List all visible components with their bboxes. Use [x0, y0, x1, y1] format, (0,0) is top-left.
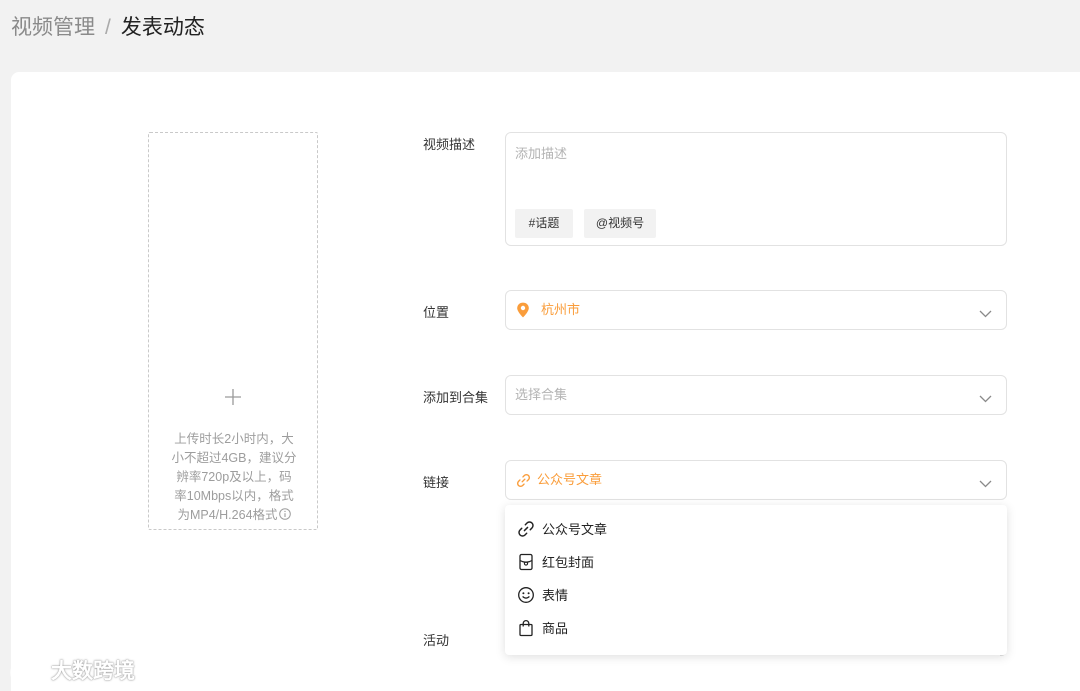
upload-tip: 上传时长2小时内，大 小不超过4GB，建议分 辨率720p及以上，码 率10Mb…	[169, 430, 299, 526]
breadcrumb: 视频管理 / 发表动态	[11, 13, 205, 43]
breadcrumb-parent-link[interactable]: 视频管理	[11, 16, 95, 39]
watermark-text: 大数跨境	[51, 660, 135, 683]
chevron-down-icon	[979, 390, 992, 408]
dropdown-option-red-packet-cover[interactable]: 红包封面	[505, 546, 1007, 579]
collection-label: 添加到合集	[423, 390, 489, 405]
breadcrumb-separator: /	[105, 16, 111, 39]
info-icon[interactable]	[278, 507, 291, 526]
location-select[interactable]: 杭州市	[505, 290, 1007, 330]
upload-tip-line: 小不超过4GB，建议分	[171, 451, 297, 465]
upload-tip-line: 率10Mbps以内，格式	[174, 489, 294, 503]
upload-tip-line: 上传时长2小时内，大	[174, 432, 294, 446]
chevron-down-icon	[979, 475, 992, 493]
red-packet-cover-icon	[517, 553, 535, 571]
dropdown-option-article[interactable]: 公众号文章	[505, 513, 1007, 546]
mention-account-button[interactable]: @视频号	[584, 209, 656, 238]
dropdown-option-product[interactable]: 商品	[505, 612, 1007, 645]
dropdown-option-label: 公众号文章	[542, 522, 608, 537]
description-label: 视频描述	[423, 137, 476, 152]
link-type-dropdown: 公众号文章 红包封面 表情 商品	[505, 505, 1007, 655]
upload-tip-line: 为MP4/H.264格式	[177, 508, 278, 522]
link-select[interactable]: 公众号文章	[505, 460, 1007, 500]
video-upload-area[interactable]: 上传时长2小时内，大 小不超过4GB，建议分 辨率720p及以上，码 率10Mb…	[148, 132, 318, 530]
link-label: 链接	[423, 475, 450, 490]
location-label: 位置	[423, 305, 450, 320]
collection-placeholder: 选择合集	[515, 387, 568, 402]
dropdown-option-label: 商品	[542, 621, 569, 636]
watermark-logo-icon	[10, 658, 47, 680]
activity-label: 活动	[423, 633, 450, 648]
location-pin-icon	[516, 302, 530, 323]
collection-select[interactable]: 选择合集	[505, 375, 1007, 415]
link-value: 公众号文章	[537, 472, 603, 487]
link-icon	[517, 520, 535, 538]
watermark: 大数跨境	[9, 655, 135, 685]
plus-icon	[149, 388, 317, 411]
chevron-down-icon	[979, 305, 992, 323]
description-placeholder: 添加描述	[515, 146, 568, 161]
topic-tag-button[interactable]: #话题	[515, 209, 573, 238]
smiley-icon	[517, 586, 535, 604]
dropdown-option-label: 表情	[542, 588, 569, 603]
page-title: 发表动态	[120, 16, 205, 39]
link-icon	[516, 473, 531, 493]
dropdown-option-sticker[interactable]: 表情	[505, 579, 1007, 612]
dropdown-option-label: 红包封面	[542, 555, 595, 570]
location-value: 杭州市	[541, 302, 581, 317]
description-field[interactable]: 添加描述 #话题 @视频号	[505, 132, 1007, 246]
upload-tip-line: 辨率720p及以上，码	[176, 470, 292, 484]
shopping-bag-icon	[517, 619, 535, 637]
